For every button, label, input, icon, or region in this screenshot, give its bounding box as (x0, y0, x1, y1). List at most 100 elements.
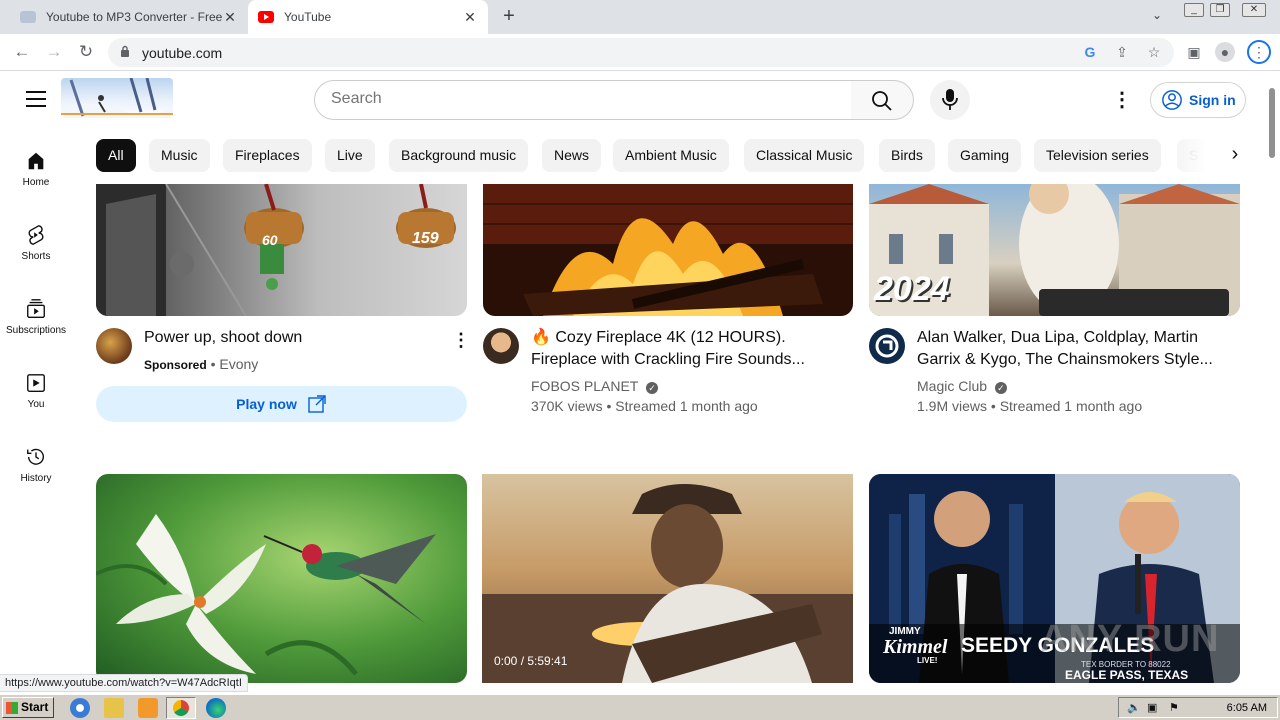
sign-in-button[interactable]: Sign in (1150, 82, 1246, 118)
edge-icon[interactable] (206, 698, 226, 718)
chrome-menu-icon[interactable]: ⋮ (1247, 40, 1271, 64)
tab-search-chevron-icon[interactable]: ⌄ (1152, 8, 1162, 22)
external-link-icon (308, 395, 326, 413)
chips-next-chevron-icon[interactable]: › (1224, 139, 1246, 172)
channel-name[interactable]: FOBOS PLANET ✓ (531, 376, 658, 396)
windows-flag-icon (6, 702, 18, 714)
video-title-line2[interactable]: Fireplace with Crackling Fire Sounds... (531, 349, 805, 371)
back-arrow-icon[interactable]: ← (10, 40, 34, 64)
video-title[interactable]: Alan Walker, Dua Lipa, Coldplay, Martin (917, 327, 1198, 349)
video-title-line2[interactable]: Garrix & Kygo, The Chainsmokers Style... (917, 349, 1213, 371)
system-tray: 🔈 ▣ ⚑ 6:05 AM (1118, 697, 1278, 718)
ad-score-left: 60 (262, 232, 278, 248)
channel-name-text: Magic Club (917, 378, 988, 394)
voice-search-button[interactable] (930, 80, 970, 120)
video-thumbnail-guitarist[interactable]: 0:00 / 5:59:41 (482, 474, 853, 683)
guide-label: Home (22, 177, 50, 188)
page-scrollbar[interactable] (1269, 88, 1275, 158)
guide-home[interactable]: Home (0, 150, 72, 188)
channel-name-text: FOBOS PLANET (531, 378, 639, 394)
chip-gaming[interactable]: Gaming (948, 139, 1022, 172)
chip-background-music[interactable]: Background music (389, 139, 529, 172)
filter-chips-bar: All Music Fireplaces Live Background mus… (96, 139, 1246, 172)
channel-name[interactable]: Magic Club ✓ (917, 376, 1007, 396)
guide-history[interactable]: History (0, 446, 72, 484)
profile-icon[interactable]: ● (1215, 42, 1235, 62)
play-now-label: Play now (236, 396, 297, 412)
video-thumbnail-fireplace[interactable] (483, 184, 853, 316)
new-tab-plus-icon[interactable]: + (498, 5, 520, 27)
account-circle-icon (1162, 90, 1182, 110)
video-title[interactable]: 🔥 Cozy Fireplace 4K (12 HOURS). (531, 327, 786, 349)
chip-live[interactable]: Live (325, 139, 375, 172)
browser-toolbar: ← → ↻ youtube.com G ⇪ ☆ ▣ ● ⋮ (0, 34, 1280, 71)
chip-birds[interactable]: Birds (879, 139, 935, 172)
chrome-taskbar-icon[interactable] (166, 697, 196, 719)
history-icon (27, 448, 44, 465)
volume-icon[interactable]: 🔈 (1127, 701, 1141, 714)
start-label: Start (21, 700, 49, 714)
video-meta: 370K views • Streamed 1 month ago (531, 398, 758, 414)
minimize-icon[interactable]: _ (1184, 3, 1204, 17)
video-duration: 0:00 / 5:59:41 (494, 654, 568, 668)
reload-icon[interactable]: ↻ (74, 40, 98, 64)
chip-classical-music[interactable]: Classical Music (744, 139, 865, 172)
ad-score-right: 159 (412, 230, 439, 247)
chip-music[interactable]: Music (149, 139, 210, 172)
guide-subscriptions[interactable]: Subscriptions (0, 298, 72, 336)
network-icon[interactable]: ▣ (1147, 701, 1157, 714)
search-button[interactable] (851, 80, 914, 120)
ad-title[interactable]: Power up, shoot down (144, 327, 302, 349)
video-thumbnail-hummingbird[interactable] (96, 474, 467, 683)
guide-label: History (20, 473, 52, 484)
verified-check-icon: ✓ (994, 382, 1007, 394)
chip-television-series[interactable]: Television series (1034, 139, 1161, 172)
side-panel-icon[interactable]: ▣ (1184, 42, 1204, 62)
chip-fireplaces[interactable]: Fireplaces (223, 139, 312, 172)
flag-notification-icon[interactable]: ⚑ (1169, 701, 1179, 714)
video-meta: 1.9M views • Streamed 1 month ago (917, 398, 1143, 414)
hamburger-menu-icon[interactable] (26, 91, 46, 107)
tab-mp3-converter[interactable]: Youtube to MP3 Converter - Free MP3 ✕ (0, 0, 248, 34)
bookmark-star-icon[interactable]: ☆ (1144, 42, 1164, 62)
guide-label: Shorts (21, 251, 51, 262)
guide-you[interactable]: You (0, 372, 72, 410)
youtube-doodle-logo[interactable] (61, 78, 173, 118)
close-tab-icon[interactable]: ✕ (222, 9, 238, 25)
internet-explorer-icon[interactable] (70, 698, 90, 718)
tab-youtube[interactable]: YouTube ✕ (248, 0, 488, 34)
play-now-button[interactable]: Play now (96, 386, 467, 422)
sign-in-label: Sign in (1189, 92, 1236, 108)
media-player-icon[interactable] (138, 698, 158, 718)
ad-more-icon[interactable]: ⋮ (452, 330, 470, 351)
address-bar[interactable]: youtube.com G ⇪ ☆ (108, 38, 1174, 67)
chip-ambient-music[interactable]: Ambient Music (613, 139, 729, 172)
search-icon (872, 91, 892, 111)
folder-icon[interactable] (104, 698, 124, 718)
link-status-bar: https://www.youtube.com/watch?v=W47AdcRI… (0, 674, 248, 692)
guide-shorts[interactable]: Shorts (0, 224, 72, 262)
guide-label: Subscriptions (5, 325, 67, 336)
close-window-icon[interactable]: ✕ (1242, 3, 1266, 17)
youtube-header: ⋮ Sign in (0, 71, 1280, 128)
google-g-icon[interactable]: G (1080, 42, 1100, 62)
tab-title: Youtube to MP3 Converter - Free MP3 (46, 10, 224, 24)
subscriptions-icon (27, 299, 45, 318)
video-thumbnail-music-mix[interactable]: 2024 (869, 184, 1240, 316)
search-input[interactable] (331, 90, 831, 108)
search-box (314, 80, 852, 120)
chip-news[interactable]: News (542, 139, 602, 172)
lock-icon (121, 45, 129, 57)
avatar[interactable] (96, 328, 132, 364)
avatar[interactable] (869, 328, 905, 364)
forward-arrow-icon[interactable]: → (42, 40, 66, 64)
close-tab-icon[interactable]: ✕ (462, 9, 478, 25)
sponsored-label: Sponsored (144, 358, 207, 372)
ad-thumbnail[interactable]: 60 159 (96, 184, 467, 316)
settings-more-icon[interactable]: ⋮ (1112, 87, 1132, 112)
avatar[interactable] (483, 328, 519, 364)
share-icon[interactable]: ⇪ (1112, 42, 1132, 62)
chip-all[interactable]: All (96, 139, 136, 172)
restore-icon[interactable]: ❐ (1210, 3, 1230, 17)
start-button[interactable]: Start (2, 697, 54, 718)
